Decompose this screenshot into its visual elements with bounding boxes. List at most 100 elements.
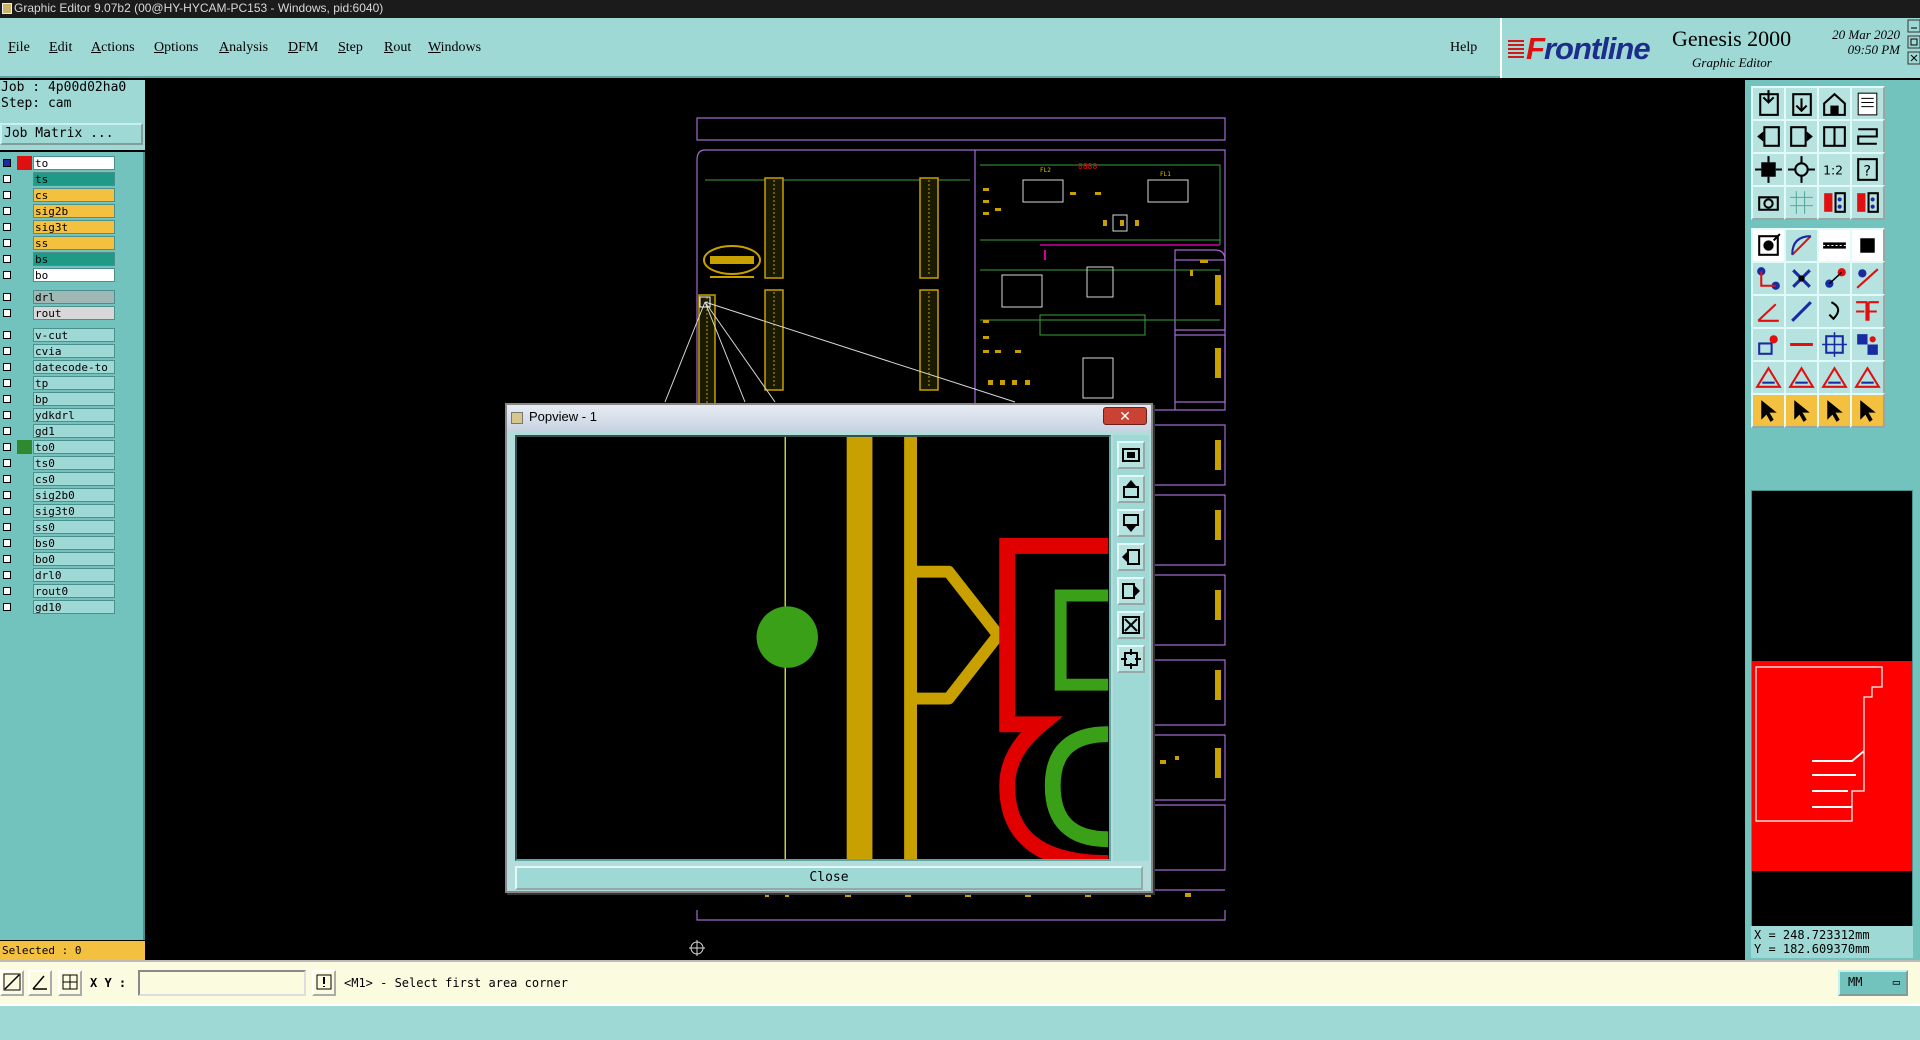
layer-row[interactable]: datecode-to	[0, 360, 118, 374]
layer-color-swatch[interactable]	[17, 600, 32, 614]
measure-tool-button[interactable]	[0, 970, 24, 996]
tool-fill[interactable]	[1850, 294, 1885, 329]
tool-node[interactable]	[1817, 261, 1852, 296]
layer-row[interactable]: cs	[0, 188, 118, 202]
layer-checkbox[interactable]	[3, 379, 11, 387]
layer-row[interactable]: ts0	[0, 456, 118, 470]
layer-checkbox[interactable]	[3, 255, 11, 263]
layer-row[interactable]: bs0	[0, 536, 118, 550]
layer-checkbox[interactable]	[3, 159, 11, 167]
tool-arc[interactable]	[1784, 228, 1819, 263]
layer-row[interactable]: sig3t0	[0, 504, 118, 518]
layer-checkbox[interactable]	[3, 175, 11, 183]
layer-row[interactable]: bs	[0, 252, 118, 266]
menu-edit[interactable]: Edit	[49, 40, 72, 56]
layer-color-swatch[interactable]	[17, 520, 32, 534]
tool-select-a[interactable]	[1751, 393, 1786, 428]
tool-cut[interactable]	[1850, 261, 1885, 296]
layer-name[interactable]: ss	[33, 236, 115, 250]
layer-row[interactable]: ydkdrl	[0, 408, 118, 422]
menu-actions[interactable]: Actions	[91, 40, 135, 56]
layer-name[interactable]: to	[33, 156, 115, 170]
layer-color-swatch[interactable]	[17, 290, 32, 304]
layer-row[interactable]: to	[0, 156, 118, 170]
layer-row[interactable]: to0	[0, 440, 118, 454]
layer-checkbox[interactable]	[3, 603, 11, 611]
layer-name[interactable]: gd10	[33, 600, 115, 614]
layer-checkbox[interactable]	[3, 491, 11, 499]
menu-rout[interactable]: Rout	[384, 40, 411, 56]
tool-save[interactable]	[1784, 86, 1819, 121]
layer-name[interactable]: sig3t	[33, 220, 115, 234]
tool-select-b[interactable]	[1784, 393, 1819, 428]
layer-row[interactable]: drl	[0, 290, 118, 304]
layer-color-swatch[interactable]	[17, 188, 32, 202]
layer-color-swatch[interactable]	[17, 252, 32, 266]
tool-camera[interactable]	[1751, 185, 1786, 220]
layer-checkbox[interactable]	[3, 571, 11, 579]
layer-row[interactable]: gd1	[0, 424, 118, 438]
layer-checkbox[interactable]	[3, 539, 11, 547]
window-control-icons[interactable]	[1907, 18, 1920, 78]
layer-color-swatch[interactable]	[17, 440, 32, 454]
tool-mountain-a[interactable]	[1751, 360, 1786, 395]
layer-name[interactable]: v-cut	[33, 328, 115, 342]
layer-name[interactable]: sig3t0	[33, 504, 115, 518]
tool-mountain-d[interactable]	[1850, 360, 1885, 395]
tool-layers-b[interactable]	[1850, 185, 1885, 220]
layer-color-swatch[interactable]	[17, 488, 32, 502]
tool-select-c[interactable]	[1817, 393, 1852, 428]
tool-net[interactable]	[1751, 327, 1786, 362]
layer-color-swatch[interactable]	[17, 344, 32, 358]
menu-windows[interactable]: Windows	[428, 40, 481, 56]
layer-name[interactable]: bs0	[33, 536, 115, 550]
layer-name[interactable]: sig2b0	[33, 488, 115, 502]
layer-row[interactable]: gd10	[0, 600, 118, 614]
layer-name[interactable]: cvia	[33, 344, 115, 358]
layer-color-swatch[interactable]	[17, 424, 32, 438]
popview-close-button[interactable]: Close	[515, 866, 1143, 890]
layer-color-swatch[interactable]	[17, 408, 32, 422]
grid-tool-button[interactable]	[58, 970, 82, 996]
layer-row[interactable]: bp	[0, 392, 118, 406]
layer-row[interactable]: tp	[0, 376, 118, 390]
layer-checkbox[interactable]	[3, 223, 11, 231]
popview-titlebar[interactable]: Popview - 1 ✕	[507, 405, 1151, 431]
layer-name[interactable]: cs0	[33, 472, 115, 486]
layer-color-swatch[interactable]	[17, 306, 32, 320]
layer-row[interactable]: ss	[0, 236, 118, 250]
layer-row[interactable]: ss0	[0, 520, 118, 534]
layer-name[interactable]: bo0	[33, 552, 115, 566]
layer-checkbox[interactable]	[3, 293, 11, 301]
tool-square[interactable]	[1850, 228, 1885, 263]
layer-checkbox[interactable]	[3, 555, 11, 563]
layer-name[interactable]: cs	[33, 188, 115, 202]
menu-help[interactable]: Help	[1450, 40, 1477, 56]
tool-slash[interactable]	[1784, 294, 1819, 329]
layer-checkbox[interactable]	[3, 475, 11, 483]
layer-name[interactable]: drl	[33, 290, 115, 304]
layer-color-swatch[interactable]	[17, 204, 32, 218]
tool-grid[interactable]	[1784, 185, 1819, 220]
tool-ratio[interactable]: 1:2	[1817, 152, 1852, 187]
xy-input[interactable]	[138, 970, 306, 996]
tool-angle[interactable]	[1751, 294, 1786, 329]
layer-name[interactable]: bp	[33, 392, 115, 406]
layer-checkbox[interactable]	[3, 207, 11, 215]
menu-step[interactable]: Step	[338, 40, 363, 56]
tool-prev[interactable]	[1751, 119, 1786, 154]
layer-row[interactable]: sig2b0	[0, 488, 118, 502]
tool-connect[interactable]	[1751, 261, 1786, 296]
popview-tool-zoom-out[interactable]	[1117, 645, 1145, 673]
layer-checkbox[interactable]	[3, 271, 11, 279]
layer-row[interactable]: bo0	[0, 552, 118, 566]
layer-color-swatch[interactable]	[17, 536, 32, 550]
angle-tool-button[interactable]	[28, 970, 52, 996]
layer-checkbox[interactable]	[3, 443, 11, 451]
tool-script[interactable]	[1850, 86, 1885, 121]
tool-select-d[interactable]	[1850, 393, 1885, 428]
tool-split[interactable]	[1817, 119, 1852, 154]
tool-open[interactable]	[1751, 86, 1786, 121]
tool-hook[interactable]	[1817, 294, 1852, 329]
layer-row[interactable]: ts	[0, 172, 118, 186]
